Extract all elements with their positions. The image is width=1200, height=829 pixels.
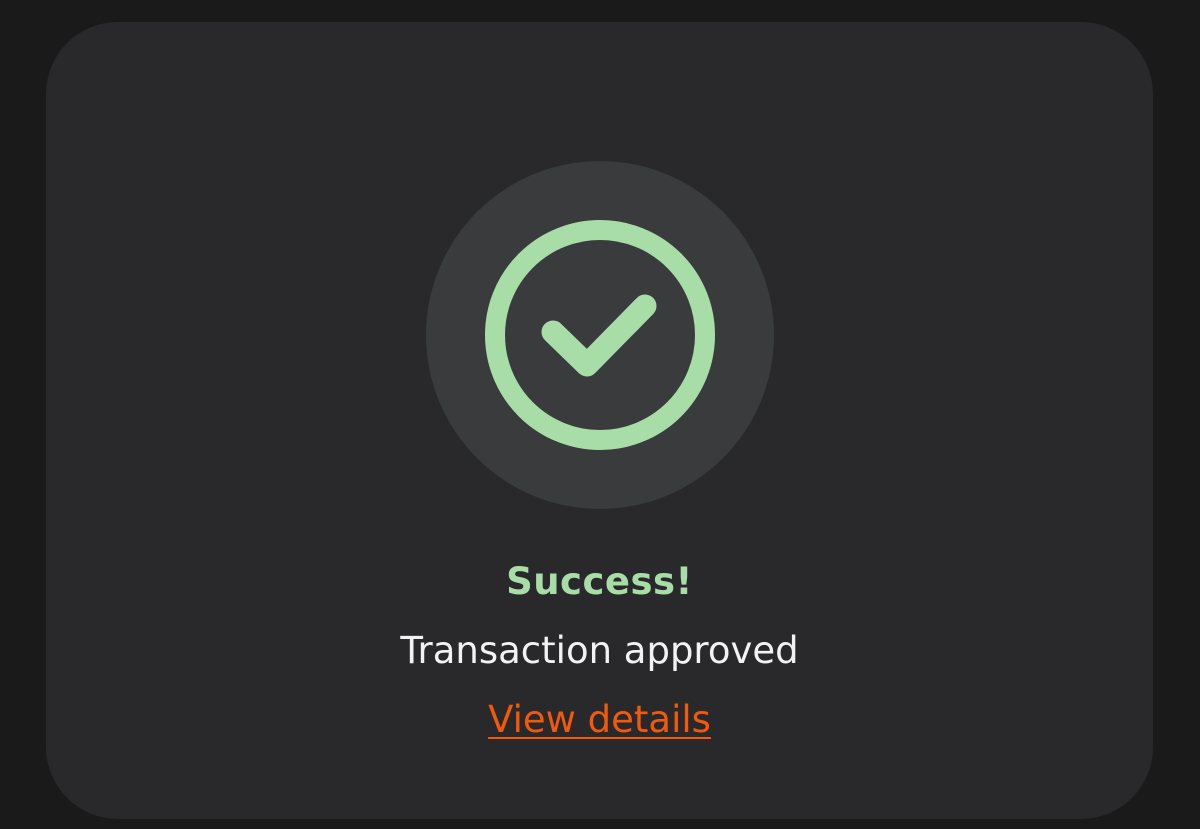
view-details-link[interactable]: View details xyxy=(488,698,711,741)
status-title: Success! xyxy=(506,560,693,603)
status-icon-container xyxy=(426,161,774,509)
status-message: Transaction approved xyxy=(400,629,799,672)
check-circle-icon xyxy=(485,220,715,450)
success-card: Success! Transaction approved View detai… xyxy=(46,22,1153,819)
